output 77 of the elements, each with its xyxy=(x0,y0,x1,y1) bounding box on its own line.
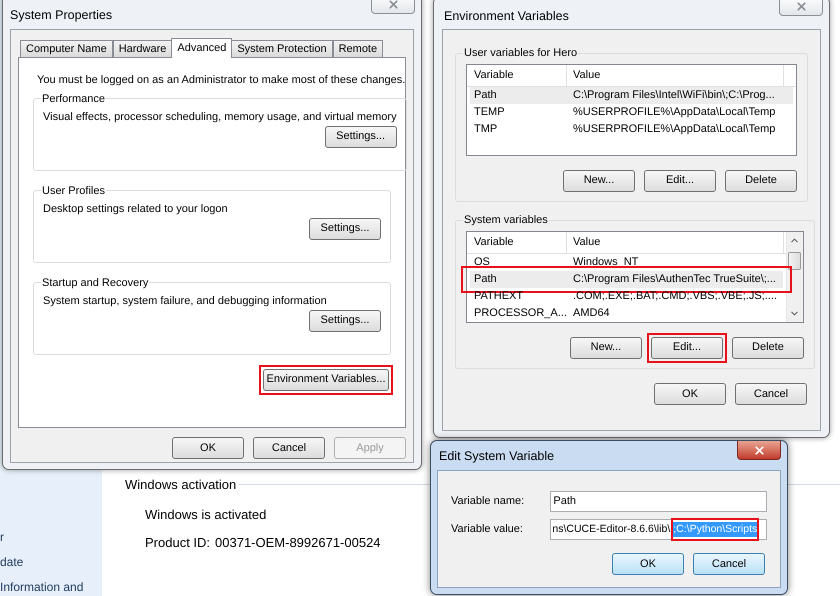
dialog-button[interactable]: Edit... xyxy=(650,336,723,358)
tab[interactable]: Hardware xyxy=(112,40,172,58)
product-id-label: Product ID: xyxy=(145,534,210,552)
dialog-button[interactable]: Settings... xyxy=(309,218,381,240)
variable-row[interactable]: Path C:\Program Files\Intel\WiFi\bin\;C:\Prog... xyxy=(470,86,793,104)
dialog-button[interactable]: Settings... xyxy=(324,126,397,148)
scroll-thumb[interactable] xyxy=(788,252,802,270)
variable-row[interactable]: TEMP %USERPROFILE%\AppData\Local\Temp xyxy=(470,104,793,120)
variable-name: PROCESSOR_A... xyxy=(473,306,567,321)
dialog-button[interactable]: OK xyxy=(172,437,244,459)
dialog-button[interactable]: Cancel xyxy=(735,383,807,405)
close-icon xyxy=(794,0,808,12)
variable-value: %USERPROFILE%\AppData\Local\Temp xyxy=(572,122,776,137)
dialog-button[interactable]: Edit... xyxy=(644,170,716,192)
section-heading: Windows activation xyxy=(125,476,236,494)
dialog-button[interactable]: OK xyxy=(612,553,684,575)
name-field[interactable]: Path xyxy=(550,491,767,512)
column-header[interactable]: Value xyxy=(567,64,784,86)
window-title: Environment Variables xyxy=(443,8,569,26)
group-title: User Profiles xyxy=(41,184,106,198)
close-icon xyxy=(752,444,766,456)
window-title: Edit System Variable xyxy=(438,448,554,466)
variable-value: C:\Program Files\AuthenTec TrueSuite\;... xyxy=(572,272,777,287)
variable-name: Path xyxy=(473,88,498,103)
group-description: System startup, system failure, and debugging information xyxy=(43,294,327,309)
variable-row[interactable]: PATHEXT .COM;.EXE;.BAT;.CMD;.VBS;.VBE;.JS;.... xyxy=(470,288,783,304)
sidebar-link[interactable]: Information and xyxy=(0,578,102,596)
dialog-button[interactable]: OK xyxy=(654,383,726,405)
variable-name: TMP xyxy=(473,122,498,137)
close-button[interactable] xyxy=(737,441,781,460)
dialog-button[interactable]: Delete xyxy=(732,336,804,358)
column-header[interactable]: Variable xyxy=(467,64,567,86)
variable-row[interactable]: PROCESSOR_A... AMD64 xyxy=(470,304,783,322)
admin-notice: You must be logged on as an Administrator to make most of these changes. xyxy=(36,73,406,88)
scrollbar[interactable] xyxy=(786,232,803,322)
group-title: Performance xyxy=(41,92,106,106)
window-title: System Properties xyxy=(10,7,112,24)
group-description: Visual effects, processor scheduling, memory usage, and virtual memory xyxy=(43,110,397,125)
dialog-button[interactable]: Environment Variables... xyxy=(263,368,389,390)
dialog-button[interactable]: Settings... xyxy=(309,310,381,332)
value-field[interactable]: ns\CUCE-Editor-8.6.6\lib\ ;C:\Python\Scripts xyxy=(550,519,767,540)
group-title: Startup and Recovery xyxy=(41,276,150,290)
group-title: User variables for Hero xyxy=(463,46,578,61)
field-label: Variable value: xyxy=(451,522,524,538)
variable-value: C:\Program Files\Intel\WiFi\bin\;C:\Prog... xyxy=(572,88,776,103)
variable-name: OS xyxy=(473,254,491,270)
field-text: ns\CUCE-Editor-8.6.6\lib\ xyxy=(552,522,672,537)
product-id: 00371-OEM-8992671-00524 xyxy=(215,534,381,552)
activation-status: Windows is activated xyxy=(145,506,268,524)
dialog-button[interactable]: Cancel xyxy=(253,437,325,459)
variable-name: TEMP xyxy=(473,104,506,120)
dialog-button[interactable]: New... xyxy=(570,336,642,358)
dialog-button[interactable]: Cancel xyxy=(693,553,765,575)
sidebar-link[interactable]: r xyxy=(0,528,102,546)
variable-name: Path xyxy=(473,272,498,287)
dialog-button[interactable]: New... xyxy=(563,170,635,192)
variable-value: AMD64 xyxy=(572,306,611,321)
field-label: Variable name: xyxy=(451,494,526,510)
close-icon xyxy=(386,0,400,10)
sidebar-link[interactable]: date xyxy=(0,553,102,571)
column-header[interactable]: Variable xyxy=(467,232,567,252)
variable-row[interactable]: TMP %USERPROFILE%\AppData\Local\Temp xyxy=(470,120,793,138)
column-header[interactable]: Value xyxy=(567,232,784,252)
tab[interactable]: Remote xyxy=(332,40,384,58)
variable-value: .COM;.EXE;.BAT;.CMD;.VBS;.VBE;.JS;.... xyxy=(572,288,778,304)
selected-text: ;C:\Python\Scripts xyxy=(673,522,758,538)
variable-value: Windows_NT xyxy=(572,254,640,270)
variable-name: PATHEXT xyxy=(473,288,524,304)
variable-value: %USERPROFILE%\AppData\Local\Temp xyxy=(572,104,776,120)
variable-row[interactable]: Path C:\Program Files\AuthenTec TrueSuite\;... xyxy=(470,270,783,288)
variable-row[interactable]: OS Windows_NT xyxy=(470,254,783,270)
dialog-button[interactable]: Delete xyxy=(725,170,797,192)
group-title: System variables xyxy=(463,213,549,228)
tab[interactable]: Advanced xyxy=(171,38,232,58)
group-description: Desktop settings related to your logon xyxy=(43,202,228,217)
tab[interactable]: Computer Name xyxy=(20,40,113,58)
tab[interactable]: System Protection xyxy=(231,40,333,58)
